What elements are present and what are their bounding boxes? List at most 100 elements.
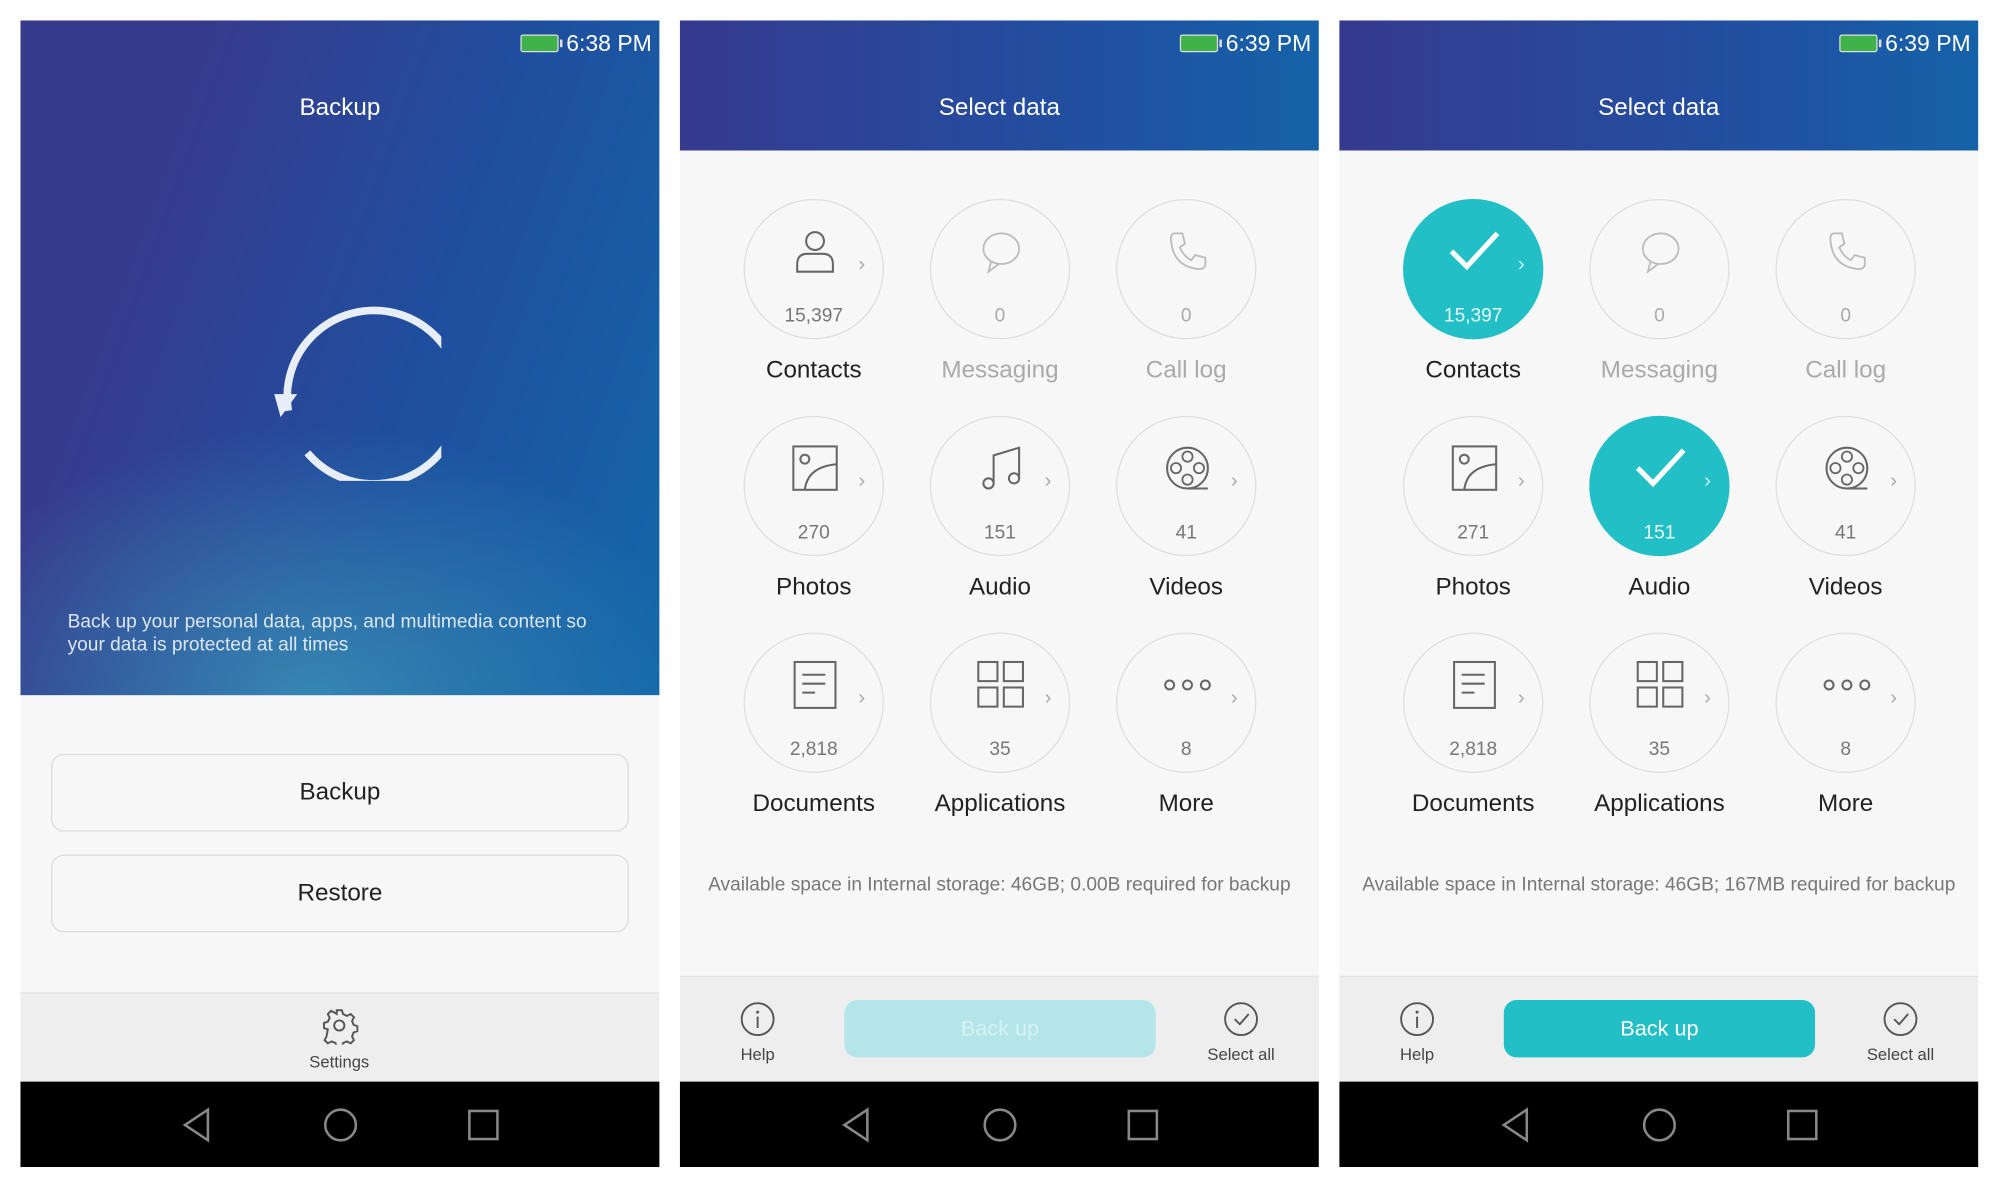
item-count: 271 — [1457, 521, 1490, 544]
info-icon — [740, 1002, 775, 1037]
chevron-right-icon[interactable]: › — [1518, 687, 1525, 710]
data-item-contacts[interactable]: › 15,397 Contacts — [724, 198, 903, 403]
page-title: Select data — [938, 94, 1060, 122]
chevron-right-icon[interactable]: › — [1045, 471, 1052, 494]
item-toggle[interactable]: 0 — [1116, 198, 1257, 340]
data-item-audio[interactable]: › 151 Audio — [911, 415, 1090, 620]
item-label: Audio — [968, 573, 1031, 601]
settings-button[interactable]: Settings — [301, 1006, 378, 1071]
data-item-more[interactable]: › 8 More — [1097, 632, 1276, 837]
item-toggle[interactable]: › 151 — [1589, 415, 1730, 557]
data-item-contacts[interactable]: › 15,397 Contacts — [1384, 198, 1563, 403]
bottom-toolbar: Settings — [20, 992, 660, 1082]
more-icon — [1164, 679, 1211, 691]
data-item-more[interactable]: › 8 More — [1756, 632, 1935, 837]
data-item-videos[interactable]: › 41 Videos — [1756, 415, 1935, 620]
help-button[interactable]: Help — [1379, 1001, 1456, 1064]
clock: 6:38 PM — [566, 29, 652, 56]
data-item-photos[interactable]: › 270 Photos — [724, 415, 903, 620]
check-icon — [1635, 448, 1686, 488]
chevron-right-icon[interactable]: › — [1704, 471, 1711, 494]
data-item-photos[interactable]: › 271 Photos — [1384, 415, 1563, 620]
backup-button[interactable]: Backup — [51, 753, 629, 832]
home-icon[interactable] — [981, 1106, 1019, 1144]
photo-icon — [792, 445, 838, 491]
item-toggle[interactable]: › 15,397 — [743, 198, 884, 340]
data-item-videos[interactable]: › 41 Videos — [1097, 415, 1276, 620]
data-item-documents[interactable]: › 2,818 Documents — [1384, 632, 1563, 837]
film-reel-icon — [1166, 446, 1209, 490]
back-icon[interactable] — [1499, 1106, 1532, 1144]
item-toggle[interactable]: › 41 — [1775, 415, 1916, 557]
item-toggle[interactable]: › 8 — [1116, 632, 1257, 773]
chevron-right-icon[interactable]: › — [1890, 687, 1897, 710]
chevron-right-icon[interactable]: › — [858, 254, 865, 277]
item-toggle[interactable]: 0 — [1775, 198, 1916, 340]
chevron-right-icon[interactable]: › — [1231, 687, 1238, 710]
chevron-right-icon[interactable]: › — [858, 687, 865, 710]
item-label: Applications — [934, 790, 1066, 818]
item-label: Audio — [1628, 573, 1691, 601]
item-toggle[interactable]: › 2,818 — [743, 632, 884, 773]
select-all-button[interactable]: Select all — [1203, 1001, 1280, 1064]
item-toggle[interactable]: › 271 — [1403, 415, 1544, 557]
data-item-messaging[interactable]: 0 Messaging — [1570, 198, 1749, 403]
apps-grid-icon — [1636, 660, 1684, 708]
system-nav-bar — [679, 1081, 1319, 1168]
data-item-applications[interactable]: › 35 Applications — [1570, 632, 1749, 837]
item-count: 35 — [989, 738, 1011, 761]
item-label: Videos — [1808, 573, 1883, 601]
data-item-call-log[interactable]: 0 Call log — [1756, 198, 1935, 403]
chevron-right-icon[interactable]: › — [1890, 471, 1897, 494]
item-toggle[interactable]: 0 — [929, 198, 1071, 340]
item-toggle[interactable]: › 41 — [1116, 415, 1257, 557]
data-item-applications[interactable]: › 35 Applications — [911, 632, 1090, 837]
chevron-right-icon[interactable]: › — [1045, 687, 1052, 710]
help-button[interactable]: Help — [719, 1001, 796, 1064]
chevron-right-icon[interactable]: › — [858, 471, 865, 494]
item-label: Messaging — [1600, 357, 1719, 384]
home-icon[interactable] — [321, 1106, 359, 1144]
item-toggle[interactable]: › 35 — [1589, 632, 1730, 773]
item-toggle[interactable]: › 270 — [743, 415, 884, 557]
recents-icon[interactable] — [1786, 1106, 1819, 1144]
chevron-right-icon[interactable]: › — [1231, 471, 1238, 494]
chevron-right-icon[interactable]: › — [1518, 471, 1525, 494]
back-up-button[interactable]: Back up — [1503, 999, 1816, 1058]
chevron-right-icon[interactable]: › — [1704, 687, 1711, 710]
item-count: 8 — [1840, 738, 1851, 761]
message-icon — [1641, 232, 1680, 274]
data-item-messaging[interactable]: 0 Messaging — [911, 198, 1090, 403]
data-item-documents[interactable]: › 2,818 Documents — [724, 632, 903, 837]
item-label: Messaging — [941, 357, 1059, 384]
back-icon[interactable] — [839, 1106, 872, 1144]
photo-icon — [1451, 445, 1498, 491]
item-label: Contacts — [765, 357, 862, 384]
home-icon[interactable] — [1640, 1106, 1678, 1144]
battery-icon — [1179, 34, 1222, 53]
clock: 6:39 PM — [1885, 29, 1971, 56]
battery-icon — [1839, 34, 1882, 53]
message-icon — [982, 232, 1021, 274]
item-toggle[interactable]: › 2,818 — [1403, 632, 1544, 773]
item-label: More — [1818, 790, 1874, 818]
recents-icon[interactable] — [467, 1106, 500, 1144]
recents-icon[interactable] — [1126, 1106, 1159, 1144]
data-item-call-log[interactable]: 0 Call log — [1097, 198, 1276, 403]
item-toggle[interactable]: › 15,397 — [1403, 198, 1544, 340]
item-toggle[interactable]: 0 — [1589, 198, 1730, 340]
item-toggle[interactable]: › 35 — [929, 632, 1071, 773]
data-item-audio[interactable]: › 151 Audio — [1570, 415, 1749, 620]
restore-button[interactable]: Restore — [51, 854, 629, 933]
select-all-button[interactable]: Select all — [1862, 1001, 1939, 1064]
item-toggle[interactable]: › 151 — [929, 415, 1071, 557]
chevron-right-icon[interactable]: › — [1518, 254, 1525, 277]
help-label: Help — [740, 1044, 775, 1064]
item-label: Photos — [776, 573, 852, 601]
phone-icon — [1170, 232, 1207, 271]
storage-info: Available space in Internal storage: 46G… — [1362, 873, 1956, 896]
bottom-toolbar: Help Back up Select all — [679, 975, 1319, 1082]
back-icon[interactable] — [180, 1106, 213, 1144]
back-up-button[interactable]: Back up — [844, 999, 1156, 1058]
item-toggle[interactable]: › 8 — [1775, 632, 1916, 773]
